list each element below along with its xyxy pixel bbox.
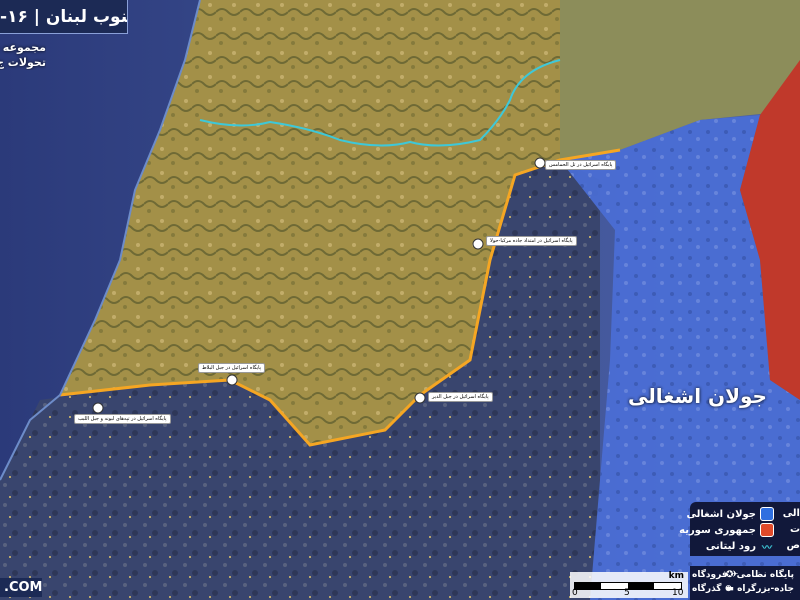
- scale-unit: km: [668, 571, 684, 581]
- legend-item-river: 〰 رود لیتانی: [706, 538, 778, 554]
- subtitle-line-2: تحولات ج: [0, 56, 46, 69]
- river-icon: 〰: [762, 542, 772, 554]
- legend-crossing: ⊕ گذرگاه: [692, 584, 733, 594]
- base-label-jabal-blat: پایگاه اسرائیل در جبل البلاط: [198, 363, 266, 373]
- legend-partial-3: ص: [786, 540, 800, 551]
- base-marker: [92, 402, 104, 414]
- base-marker: [226, 374, 238, 386]
- legend-label-river: رود لیتانی: [705, 540, 756, 552]
- legend: جولان اشغالی جمهوری سوریه 〰 رود لیتانی ا…: [679, 502, 800, 556]
- base-marker: [414, 392, 426, 404]
- crossing-label: گذرگاه: [692, 584, 722, 594]
- map-canvas: [0, 0, 800, 600]
- legend-partial-2: ت: [789, 524, 800, 535]
- golan-swatch: [760, 507, 774, 521]
- legend-item-syria: جمهوری سوریه: [679, 522, 778, 538]
- scale-bar: km 0 5 10: [570, 571, 688, 598]
- base-label-tel-hamames: پایگاه اسرائیل در تل الحمامس: [545, 160, 617, 170]
- highway-label: جاده-بزرگراه: [737, 584, 794, 594]
- map-title: جنوب لبنان | ۱۶-: [0, 0, 128, 34]
- legend-partial: الی ت ص: [780, 506, 800, 554]
- legend-label-golan: جولان اشغالی: [686, 508, 756, 520]
- brand-watermark: .COM: [0, 578, 42, 597]
- legend-airport: ✈ فرودگاه: [692, 570, 739, 580]
- syria-swatch: [760, 523, 774, 537]
- base-marker: [534, 157, 546, 169]
- base-label-markaba-hula: پایگاه اسرائیل در امتداد جاده مرکبا-حولا: [486, 236, 577, 246]
- base-label-jabal-deir: پایگاه اسرائیل در جبل الدیر: [428, 392, 493, 402]
- legend-symbols: پایگاه نظامی ✪ جاده-بزرگراه ▬ ✈ فرودگاه …: [690, 566, 800, 600]
- subtitle-line-1: مجموعه تح: [0, 41, 46, 54]
- legend-item-golan: جولان اشغالی: [687, 506, 778, 522]
- legend-label-syria: جمهوری سوریه: [679, 524, 756, 536]
- base-label-labbouneh: پایگاه اسرائیل در تپه‌های لبونه و جبل ال…: [74, 414, 171, 424]
- military-base-label: پایگاه نظامی: [736, 570, 794, 580]
- scale-tick-5: 5: [624, 588, 630, 598]
- base-marker: [472, 238, 484, 250]
- golan-region-label: جولان اشغالی: [628, 384, 767, 408]
- scale-tick-10: 10: [672, 588, 684, 598]
- legend-highway: جاده-بزرگراه ▬: [725, 584, 794, 594]
- scale-tick-0: 0: [572, 588, 578, 598]
- map-subtitle: مجموعه تح تحولات ج: [0, 40, 46, 70]
- legend-partial-1: الی: [782, 508, 800, 519]
- airport-label: فرودگاه: [692, 570, 728, 580]
